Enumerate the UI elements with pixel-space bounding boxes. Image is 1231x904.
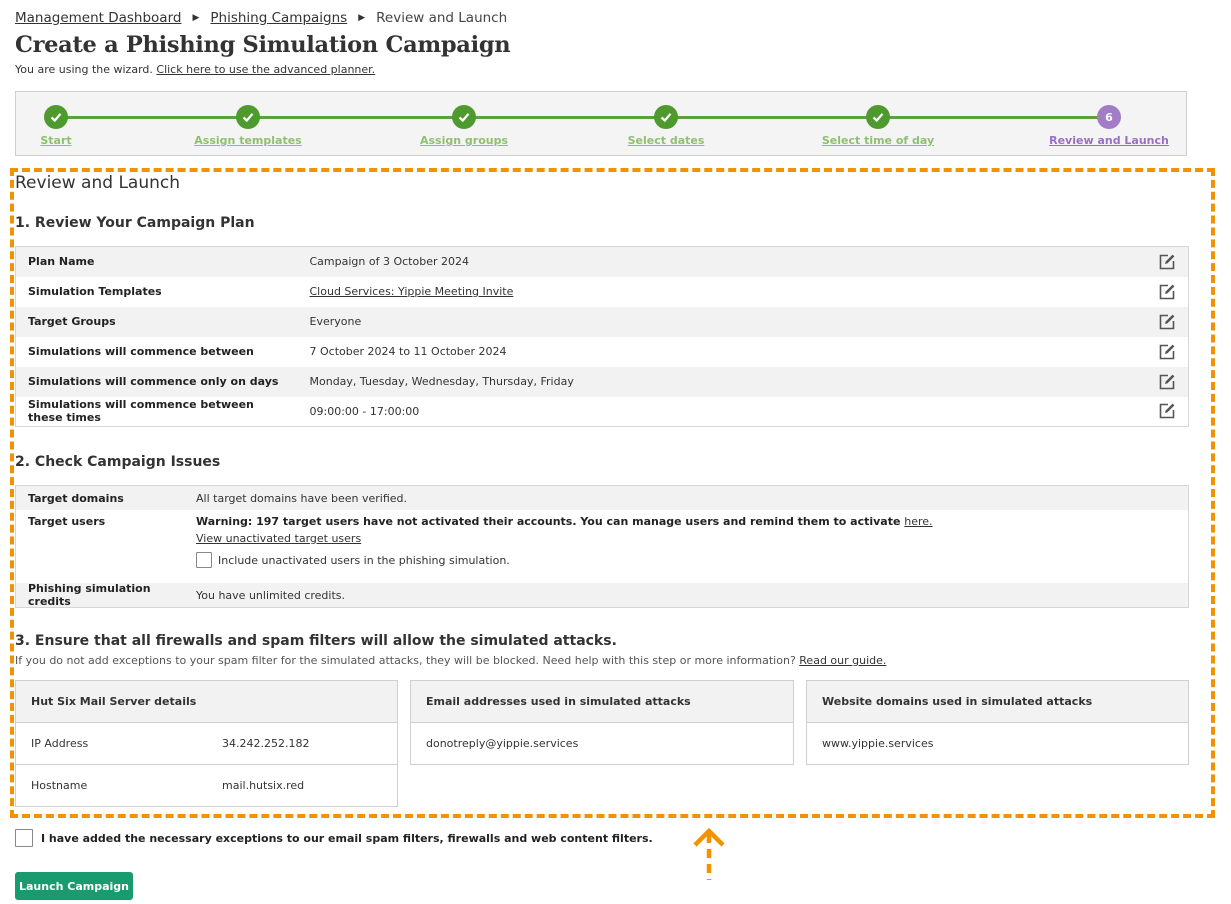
step-start[interactable]: Start (0, 105, 126, 148)
plan-key: Simulations will commence between (28, 345, 254, 358)
table-row: Plan Name Campaign of 3 October 2024 (15, 246, 1189, 277)
issue-key: Target domains (28, 491, 124, 505)
ip-address-value: 34.242.252.182 (222, 737, 310, 750)
plan-key: Simulations will commence only on days (28, 375, 279, 388)
step-assign-templates[interactable]: Assign templates (178, 105, 318, 148)
plan-value: Monday, Tuesday, Wednesday, Thursday, Fr… (309, 375, 574, 388)
campaign-plan-table: Plan Name Campaign of 3 October 2024 Sim… (15, 246, 1189, 427)
table-row: Simulations will commence between 7 Octo… (16, 337, 1189, 367)
issues-heading: 2. Check Campaign Issues (15, 454, 221, 470)
mail-server-details-panel: Hut Six Mail Server details IP Address 3… (15, 680, 398, 807)
view-unactivated-users-link[interactable]: View unactivated target users (196, 532, 361, 545)
check-icon (654, 105, 678, 129)
table-row: Target Groups Everyone (15, 306, 1189, 337)
website-domain-value: www.yippie.services (822, 737, 934, 750)
step-label[interactable]: Assign templates (194, 134, 301, 147)
edit-pencil-icon[interactable] (1158, 313, 1176, 331)
step-label[interactable]: Review and Launch (1049, 134, 1169, 147)
table-row: Simulations will commence between these … (16, 397, 1189, 427)
hostname-label: Hostname (31, 779, 88, 792)
edit-pencil-icon[interactable] (1158, 343, 1176, 361)
breadcrumb-current: Review and Launch (376, 10, 508, 26)
up-arrow-icon (693, 827, 725, 880)
wizard-stepper: Start Assign templates Assign groups Sel… (15, 91, 1187, 156)
issue-row-credits: Phishing simulation credits You have unl… (16, 582, 1188, 608)
issue-key: Target users (28, 515, 106, 528)
plan-heading: 1. Review Your Campaign Plan (15, 215, 255, 231)
panel-header: Hut Six Mail Server details (16, 681, 397, 723)
step-review-and-launch[interactable]: 6 Review and Launch (1039, 105, 1179, 148)
mail-server-row: IP Address 34.242.252.182 (16, 723, 397, 764)
check-icon (866, 105, 890, 129)
plan-value: 7 October 2024 to 11 October 2024 (309, 345, 507, 358)
table-row: Simulation Templates Cloud Services: Yip… (16, 277, 1189, 307)
hostname-value: mail.hutsix.red (222, 779, 305, 792)
breadcrumb-phishing-campaigns[interactable]: Phishing Campaigns (210, 10, 347, 26)
template-link[interactable]: Cloud Services: Yippie Meeting Invite (310, 285, 514, 298)
panel-header: Email addresses used in simulated attack… (411, 681, 793, 723)
website-domains-panel: Website domains used in simulated attack… (806, 680, 1189, 765)
campaign-issues-panel: Target domains All target domains have b… (15, 485, 1189, 608)
warning-text: Warning: 197 target users have not activ… (196, 515, 905, 528)
plan-key: Target Groups (28, 315, 116, 328)
section-title: Review and Launch (15, 173, 181, 193)
plan-value: 09:00:00 - 17:00:00 (309, 404, 420, 418)
include-unactivated-label[interactable]: Include unactivated users in the phishin… (218, 554, 510, 567)
plan-key: Simulations will commence between these … (28, 398, 254, 425)
include-unactivated-checkbox[interactable] (196, 552, 212, 568)
firewall-heading: 3. Ensure that all firewalls and spam fi… (15, 633, 617, 649)
include-unactivated-option[interactable]: Include unactivated users in the phishin… (196, 552, 933, 568)
breadcrumb-management-dashboard[interactable]: Management Dashboard (15, 10, 181, 26)
issue-value: You have unlimited credits. (196, 588, 346, 602)
chevron-right-icon: ▶ (358, 13, 366, 23)
mail-server-row: Hostname mail.hutsix.red (16, 764, 397, 806)
issue-value: All target domains have been verified. (196, 491, 408, 505)
wizard-note: You are using the wizard. Click here to … (15, 63, 375, 76)
issue-value: Warning: 197 target users have not activ… (196, 515, 933, 583)
panel-header: Website domains used in simulated attack… (807, 681, 1188, 723)
exceptions-confirmation-label[interactable]: I have added the necessary exceptions to… (41, 832, 653, 845)
website-domain-row: www.yippie.services (807, 723, 1188, 764)
check-icon (44, 105, 68, 129)
step-label[interactable]: Select dates (628, 134, 705, 147)
email-address-value: donotreply@yippie.services (426, 737, 579, 750)
step-label[interactable]: Start (40, 134, 71, 147)
issue-row-target-domains: Target domains All target domains have b… (16, 486, 1188, 510)
edit-pencil-icon[interactable] (1158, 373, 1176, 391)
ip-address-label: IP Address (31, 737, 89, 750)
step-label[interactable]: Select time of day (822, 134, 934, 147)
wizard-note-text: You are using the wizard. (15, 63, 153, 76)
check-icon (452, 105, 476, 129)
breadcrumb: Management Dashboard ▶ Phishing Campaign… (15, 10, 507, 26)
plan-key: Simulation Templates (28, 285, 162, 298)
email-address-row: donotreply@yippie.services (411, 723, 793, 764)
read-guide-link[interactable]: Read our guide. (799, 654, 886, 667)
plan-key: Plan Name (28, 255, 95, 269)
firewall-description-text: If you do not add exceptions to your spa… (15, 654, 796, 667)
edit-pencil-icon[interactable] (1158, 283, 1176, 301)
check-icon (236, 105, 260, 129)
plan-value: Campaign of 3 October 2024 (309, 255, 469, 269)
firewall-description: If you do not add exceptions to your spa… (15, 654, 886, 667)
step-assign-groups[interactable]: Assign groups (394, 105, 534, 148)
issue-key: Phishing simulation credits (28, 582, 151, 608)
step-select-dates[interactable]: Select dates (596, 105, 736, 148)
exceptions-confirmation-checkbox[interactable] (15, 829, 33, 847)
step-number: 6 (1097, 105, 1121, 129)
unactivated-warning: Warning: 197 target users have not activ… (196, 515, 933, 528)
issue-row-target-users: Target users Warning: 197 target users h… (16, 510, 1188, 583)
launch-campaign-button[interactable]: Launch Campaign (15, 872, 133, 900)
chevron-right-icon: ▶ (192, 13, 200, 23)
manage-users-link[interactable]: here. (904, 515, 932, 528)
plan-value: Everyone (309, 315, 362, 328)
step-select-time-of-day[interactable]: Select time of day (808, 105, 948, 148)
edit-pencil-icon[interactable] (1158, 253, 1176, 271)
exceptions-confirmation[interactable]: I have added the necessary exceptions to… (15, 829, 653, 847)
email-addresses-panel: Email addresses used in simulated attack… (410, 680, 794, 765)
page-title: Create a Phishing Simulation Campaign (15, 32, 511, 58)
advanced-planner-link[interactable]: Click here to use the advanced planner. (156, 63, 375, 76)
table-row: Simulations will commence only on days M… (15, 366, 1189, 397)
step-label[interactable]: Assign groups (420, 134, 508, 147)
edit-pencil-icon[interactable] (1158, 402, 1176, 420)
